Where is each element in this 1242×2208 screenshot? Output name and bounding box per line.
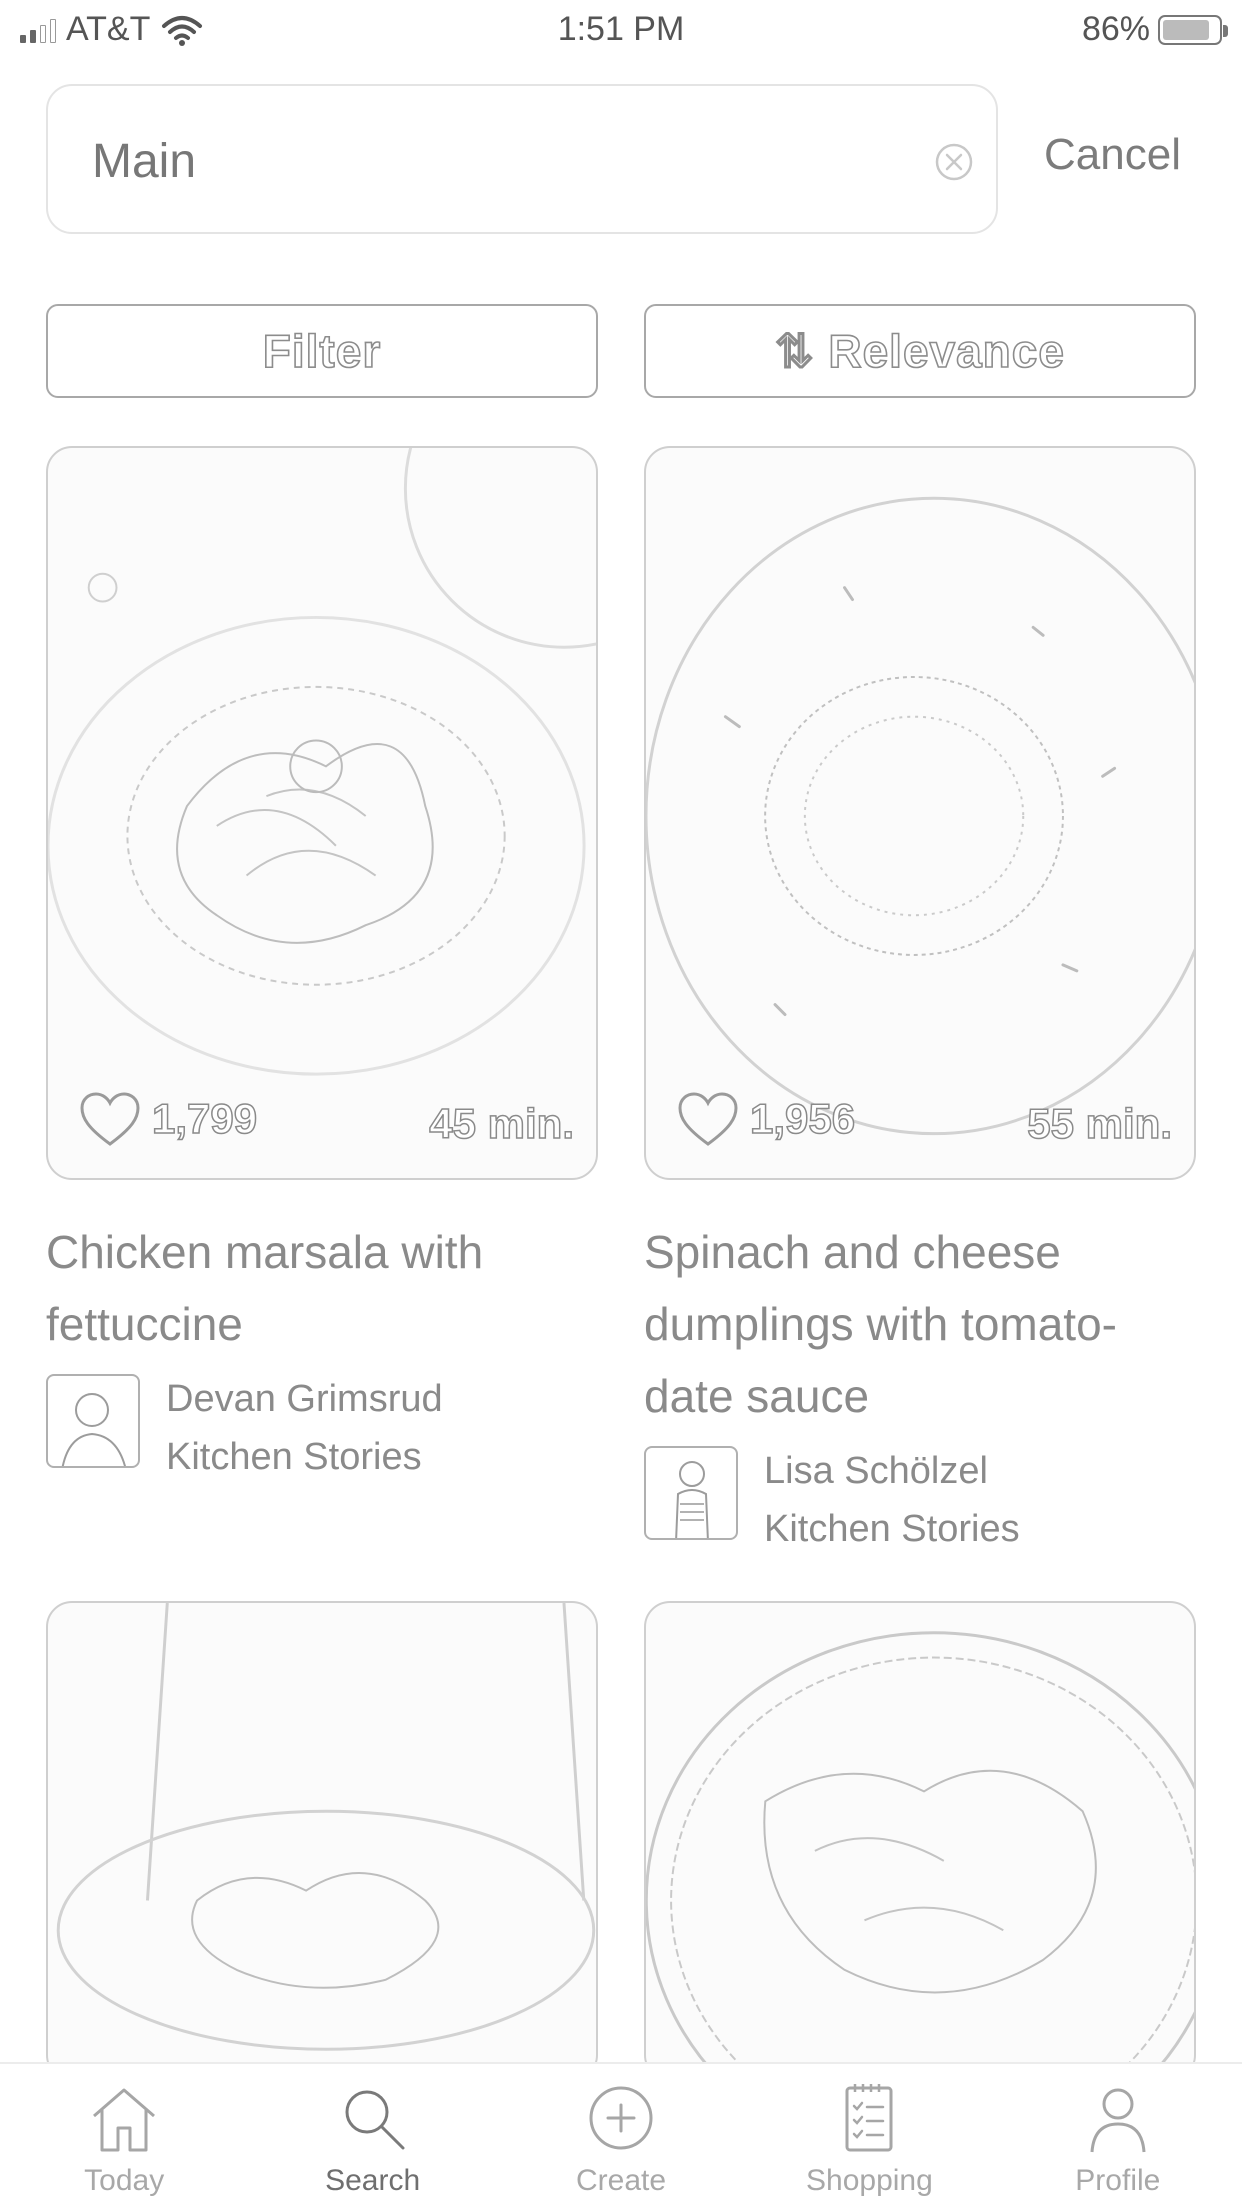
author-info: Devan Grimsrud Kitchen Stories: [166, 1370, 443, 1486]
tab-create[interactable]: Create: [497, 2064, 745, 2208]
search-input[interactable]: [92, 126, 912, 196]
recipe-title[interactable]: Spinach and cheese dumplings with tomato…: [644, 1216, 1196, 1432]
status-right: 86%: [1081, 10, 1228, 49]
likes-value: 1,956: [749, 1094, 856, 1143]
tab-label: Search: [325, 2164, 421, 2197]
clear-search-icon[interactable]: [934, 142, 974, 182]
clipboard-list-icon: [845, 2084, 893, 2152]
recipe-image[interactable]: 1,799 45 min.: [46, 446, 598, 1180]
battery-fill: [1163, 19, 1210, 40]
tab-shopping[interactable]: Shopping: [745, 2064, 993, 2208]
likes-count: 1,799: [78, 1090, 258, 1148]
filter-button[interactable]: Filter: [46, 304, 598, 398]
dumplings-plate-image: [646, 496, 1194, 1136]
plus-circle-icon: [589, 2086, 653, 2150]
author-portrait-image: [675, 1461, 709, 1538]
author-name: Lisa Schölzel: [764, 1450, 988, 1492]
status-time: 1:51 PM: [557, 10, 685, 48]
author-portrait-image: [61, 1393, 126, 1466]
author-row[interactable]: Devan Grimsrud Kitchen Stories: [46, 1374, 598, 1486]
heart-icon[interactable]: [78, 1090, 142, 1148]
recipe-title[interactable]: Chicken marsala with fettuccine: [46, 1216, 598, 1360]
person-icon: [1090, 2088, 1146, 2153]
tab-profile[interactable]: Profile: [994, 2064, 1242, 2208]
cook-time: 45 min.: [429, 1099, 575, 1148]
recipe-photo-image: [646, 1631, 1194, 2079]
battery-icon: [1158, 14, 1228, 45]
pasta-plate-image: [48, 448, 596, 1076]
recipe-image[interactable]: 1,956 55 min.: [644, 446, 1196, 1180]
home-icon: [93, 2088, 156, 2152]
recipe-card[interactable]: [46, 1601, 598, 2081]
recipe-card[interactable]: 1,956 55 min. Spinach and cheese dumplin…: [644, 446, 1196, 1558]
avatar[interactable]: [644, 1446, 738, 1540]
recipe-image[interactable]: [46, 1601, 598, 2081]
cancel-button[interactable]: Cancel: [1044, 130, 1181, 180]
author-org: Kitchen Stories: [166, 1436, 422, 1478]
author-org: Kitchen Stories: [764, 1508, 1020, 1550]
likes-count: 1,956: [676, 1090, 856, 1148]
recipe-card[interactable]: 1,799 45 min. Chicken marsala with fettu…: [46, 446, 598, 1486]
author-info: Lisa Schölzel Kitchen Stories: [764, 1442, 1020, 1558]
tab-label: Today: [84, 2164, 165, 2197]
tab-bar: Today Search Create Shopping Profile: [0, 2062, 1242, 2208]
tab-label: Shopping: [806, 2164, 933, 2197]
recipe-image[interactable]: [644, 1601, 1196, 2081]
author-row[interactable]: Lisa Schölzel Kitchen Stories: [644, 1446, 1196, 1558]
tab-search[interactable]: Search: [248, 2064, 496, 2208]
cook-time: 55 min.: [1027, 1099, 1173, 1148]
recipe-photo-image: [56, 1603, 596, 2051]
author-name: Devan Grimsrud: [166, 1378, 443, 1420]
tab-label: Create: [575, 2164, 667, 2197]
status-bar: AT&T 1:51 PM 86%: [0, 0, 1242, 60]
likes-value: 1,799: [151, 1094, 258, 1143]
battery-percent: 86%: [1081, 10, 1150, 48]
avatar[interactable]: [46, 1374, 140, 1468]
recipe-card[interactable]: [644, 1601, 1196, 2081]
tab-label: Profile: [1075, 2164, 1161, 2197]
heart-icon[interactable]: [676, 1090, 740, 1148]
sort-button[interactable]: ⇅ Relevance: [644, 304, 1196, 398]
tab-today[interactable]: Today: [0, 2064, 248, 2208]
search-icon: [345, 2090, 405, 2150]
search-box[interactable]: [46, 84, 998, 234]
